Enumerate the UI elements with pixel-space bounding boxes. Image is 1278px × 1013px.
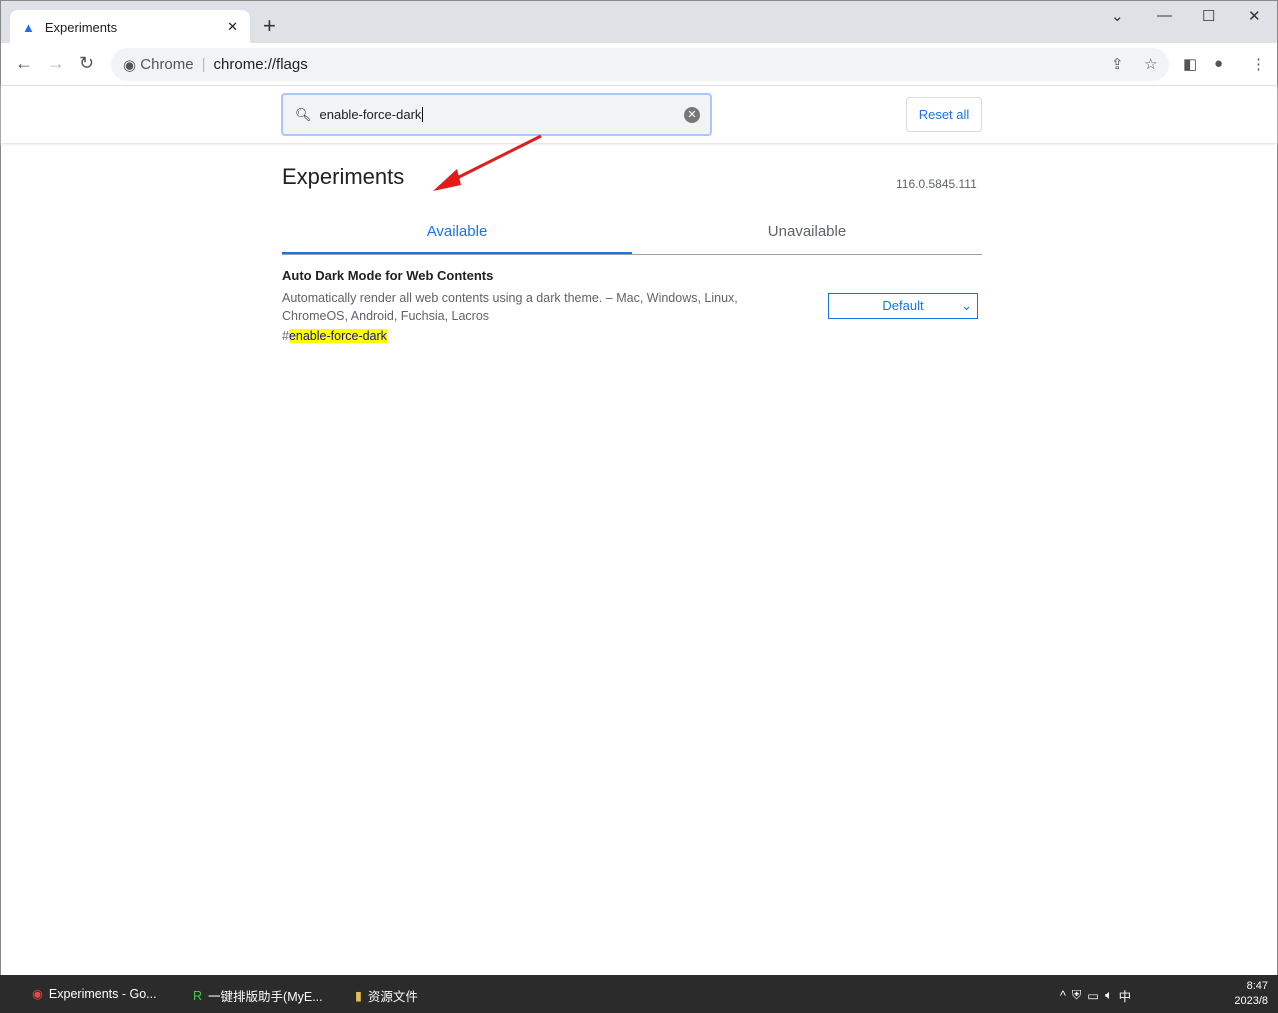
flags-header: 🔍︎ enable-force-dark ✕ Reset all: [1, 86, 1277, 144]
bookmark-star-icon[interactable]: ☆: [1144, 55, 1157, 73]
date: 2023/8: [1234, 995, 1268, 1007]
annotation-arrow: [433, 134, 542, 191]
permalink-text: enable-force-dark: [288, 329, 387, 343]
chrome-icon: ◉: [123, 56, 137, 74]
tab-list: Available Unavailable: [282, 214, 982, 255]
search-icon: 🔍︎: [295, 106, 312, 122]
experiment-description: Automatically render all web contents us…: [282, 291, 738, 323]
volume-icon: 🔈︎: [1105, 988, 1113, 1002]
taskbar-label: 一键排版助手(MyE...: [208, 990, 323, 1004]
experiment-select[interactable]: Default ⌄: [828, 293, 978, 319]
url-text: chrome://flags: [213, 56, 308, 73]
side-panel-icon[interactable]: ◧: [1183, 55, 1197, 73]
close-window-button[interactable]: ✕: [1248, 7, 1261, 25]
taskbar-label: 资源文件: [367, 990, 418, 1004]
tab-available[interactable]: Available: [282, 214, 632, 254]
tab-search-icon[interactable]: ⌄: [1111, 7, 1124, 25]
new-tab-button[interactable]: +: [263, 13, 276, 39]
experiment-permalink[interactable]: #enable-force-dark: [282, 329, 982, 343]
reset-all-button[interactable]: Reset all: [906, 97, 982, 132]
site-chip: Chrome: [140, 56, 194, 73]
shield-icon: ⛨: [1071, 988, 1082, 1002]
profile-avatar-icon[interactable]: ●: [1214, 55, 1223, 72]
system-tray[interactable]: ^ ⛨ ▭ 🔈︎ 中: [1060, 986, 1131, 1005]
folder-icon: ▮: [355, 989, 362, 1003]
taskbar-item-chrome[interactable]: ◉ Experiments - Go...: [32, 986, 157, 1002]
experiment-name: Auto Dark Mode for Web Contents: [282, 268, 494, 283]
taskbar-item-myeditor[interactable]: R 一键排版助手(MyE...: [193, 986, 323, 1005]
network-icon: ▭: [1087, 989, 1100, 1003]
menu-icon[interactable]: ⋮: [1251, 55, 1266, 73]
search-input[interactable]: 🔍︎ enable-force-dark ✕: [281, 93, 712, 136]
toolbar: ← → ↻ ◉ Chrome | chrome://flags ⇪ ☆ ◧ ● …: [0, 43, 1278, 86]
reload-button[interactable]: ↻: [79, 53, 94, 74]
hash: #: [282, 329, 289, 343]
version-label: 116.0.5845.111: [896, 177, 977, 191]
forward-button[interactable]: →: [47, 53, 65, 74]
chevron-up-icon[interactable]: ^: [1060, 989, 1066, 1003]
flags-page: 🔍︎ enable-force-dark ✕ Reset all Experim…: [0, 86, 1278, 975]
tab-experiments[interactable]: ▲ Experiments ✕: [10, 10, 250, 44]
app-icon: R: [193, 988, 203, 1003]
maximize-button[interactable]: ☐: [1202, 7, 1215, 25]
time: 8:47: [1246, 980, 1268, 992]
share-icon[interactable]: ⇪: [1111, 55, 1124, 73]
tab-title: Experiments: [44, 19, 118, 35]
chrome-icon: ◉: [32, 987, 43, 1001]
taskbar: ◉ Experiments - Go... R 一键排版助手(MyE... ▮ 资源文…: [0, 975, 1278, 1013]
tab-unavailable[interactable]: Unavailable: [632, 214, 982, 254]
taskbar-item-folder[interactable]: ▮ 资源文件: [355, 986, 418, 1005]
clear-search-icon[interactable]: ✕: [684, 107, 700, 123]
taskbar-label: Experiments - Go...: [48, 986, 157, 1001]
minimize-button[interactable]: —: [1157, 7, 1172, 24]
search-value: enable-force-dark: [319, 107, 424, 122]
address-bar[interactable]: ◉ Chrome | chrome://flags: [111, 48, 1169, 81]
flask-icon: ▲: [22, 19, 35, 35]
back-button[interactable]: ←: [15, 53, 33, 74]
tab-strip: ▲ Experiments ✕ + ⌄ — ☐ ✕: [0, 0, 1278, 44]
chevron-down-icon: ⌄: [961, 298, 972, 313]
clock[interactable]: 8:47 2023/8: [1234, 979, 1268, 1009]
select-value: Default: [882, 298, 924, 313]
close-tab-icon[interactable]: ✕: [227, 19, 238, 35]
ime-indicator[interactable]: 中: [1119, 986, 1132, 1005]
experiment-item: Auto Dark Mode for Web Contents Automati…: [282, 268, 982, 343]
page-title: Experiments: [282, 164, 405, 189]
